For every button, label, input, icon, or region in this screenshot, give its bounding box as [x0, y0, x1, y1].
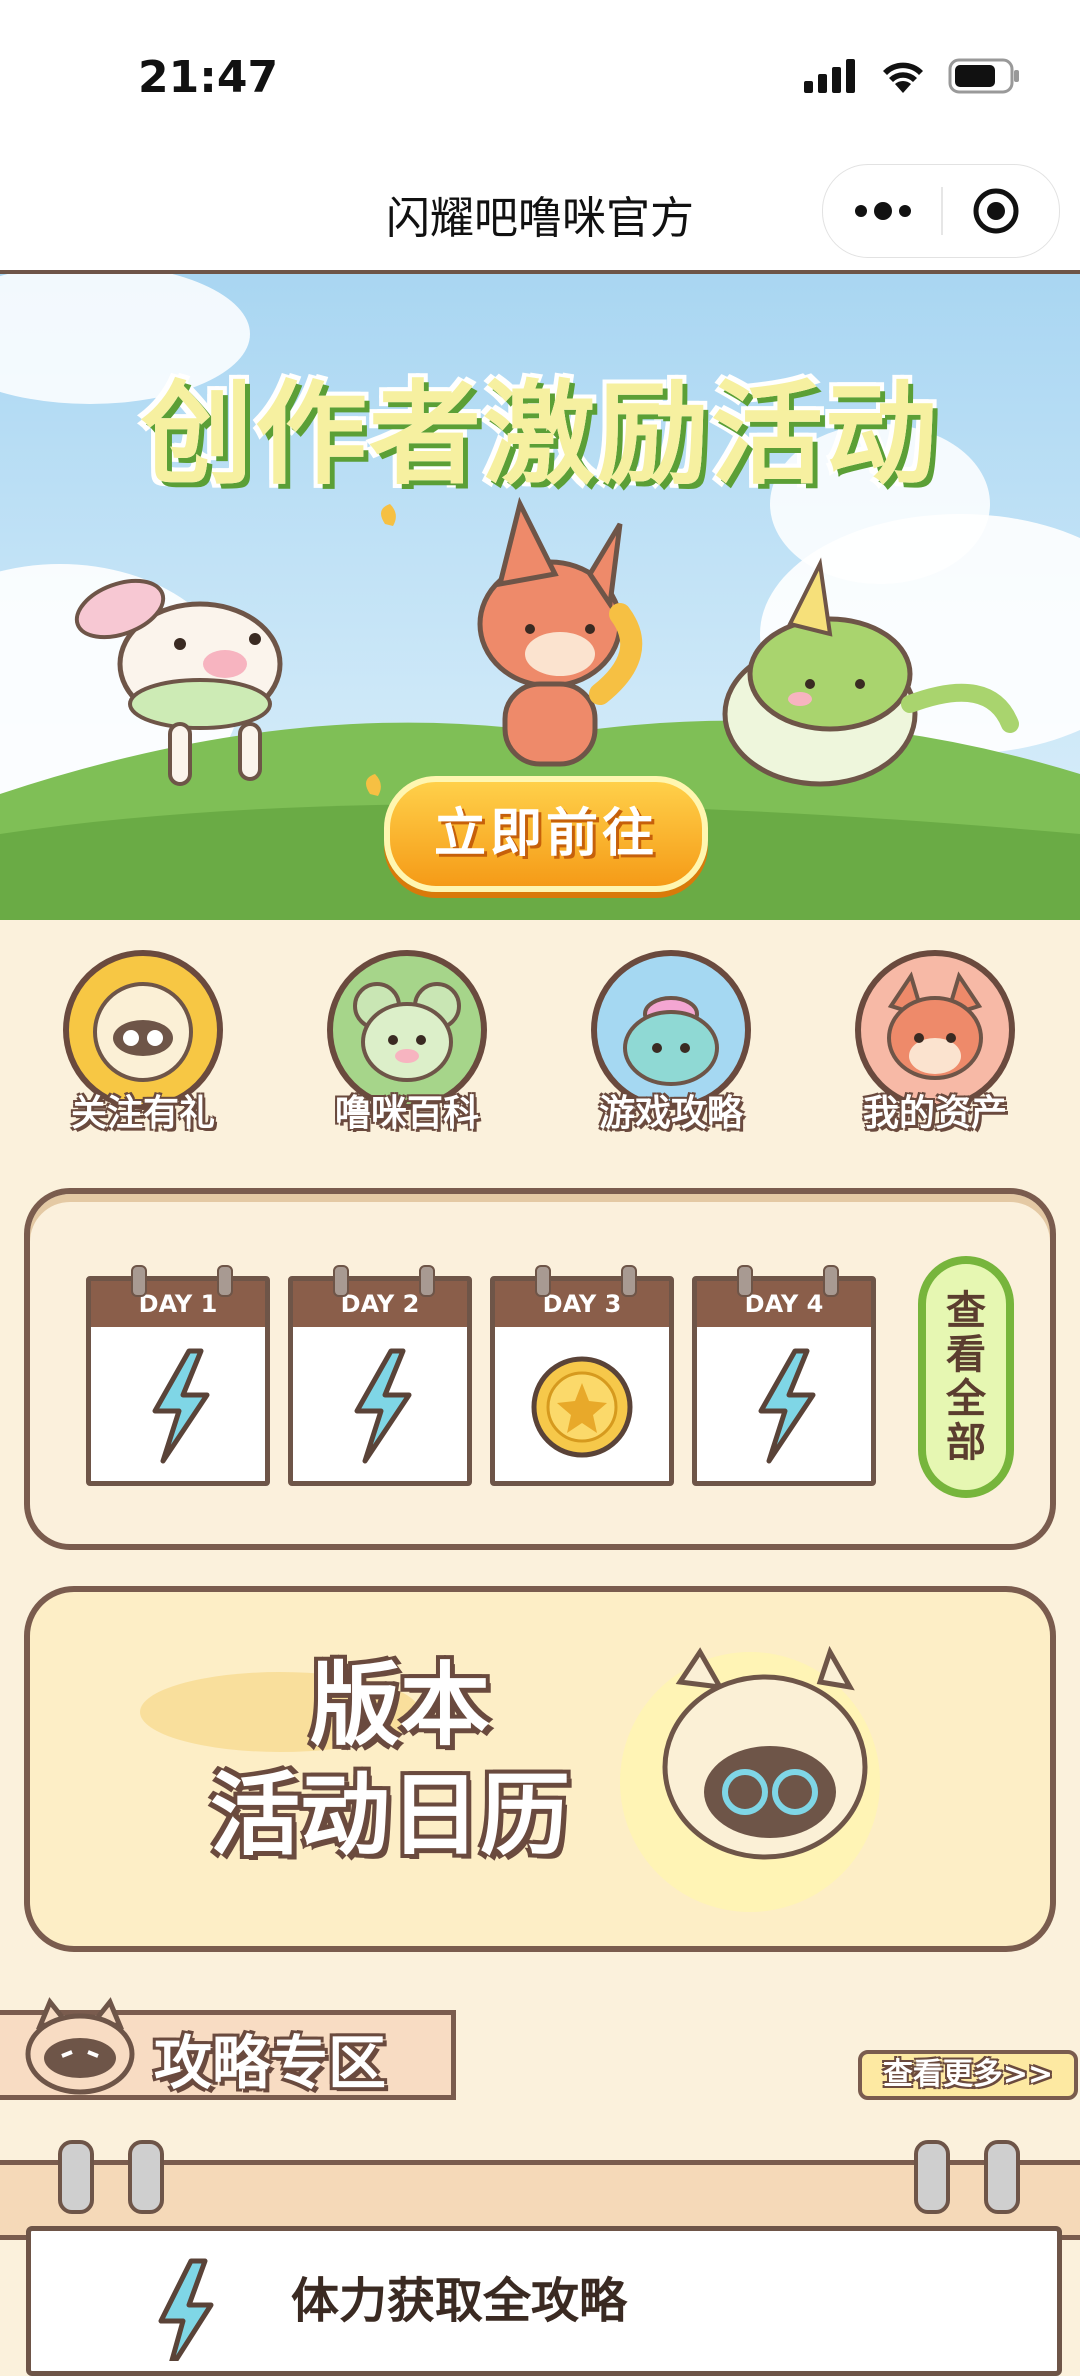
view-more-link[interactable]: 查看更多>>: [858, 2050, 1078, 2100]
raccoon-head-icon: [25, 1997, 135, 2095]
menu-item-my-assets[interactable]: 我的资产: [840, 950, 1030, 1136]
board-pin: [58, 2140, 94, 2214]
view-all-button[interactable]: 查看全部: [918, 1256, 1014, 1498]
card-ring: [217, 1265, 233, 1297]
version-calendar-card[interactable]: 版本 活动日历: [24, 1586, 1056, 1952]
status-time: 21:47: [138, 52, 279, 103]
daily-checkin-panel: DAY 1 DAY 2 DAY 3 DAY 4 查看全部: [24, 1188, 1056, 1550]
menu-label: 游戏攻略: [598, 1093, 743, 1134]
day-label: DAY 2: [293, 1281, 467, 1327]
menu-item-encyclopedia[interactable]: 噜咪百科: [312, 950, 502, 1136]
board-pin: [914, 2140, 950, 2214]
energy-crystal-icon: [758, 1348, 816, 1464]
day-label: DAY 3: [495, 1281, 669, 1327]
menu-label: 关注有礼: [70, 1093, 215, 1134]
go-now-button[interactable]: 立即前往: [384, 776, 708, 892]
board-pin: [128, 2140, 164, 2214]
checkin-day-card[interactable]: DAY 4: [692, 1265, 876, 1486]
miniprogram-capsule: [822, 164, 1060, 258]
energy-crystal-icon: [152, 1348, 210, 1464]
card-ring: [823, 1265, 839, 1297]
menu-label: 噜咪百科: [334, 1093, 479, 1134]
card-ring: [419, 1265, 435, 1297]
card-ring: [737, 1265, 753, 1297]
strategy-board: 体力获取全攻略: [0, 2140, 1080, 2376]
view-all-label: 查看全部: [946, 1288, 986, 1466]
board-pin: [984, 2140, 1020, 2214]
nav-bar: 闪耀吧噜咪官方: [0, 150, 1080, 274]
checkin-day-card[interactable]: DAY 3: [490, 1265, 674, 1486]
calendar-title-line2: 活动日历: [210, 1763, 570, 1868]
event-banner[interactable]: 创作者激励活动 立即前往: [0, 274, 1080, 920]
wifi-icon: [883, 62, 923, 93]
status-bar: 21:47: [0, 0, 1080, 150]
card-ring: [535, 1265, 551, 1297]
checkin-day-card[interactable]: DAY 2: [288, 1265, 472, 1486]
card-ring: [131, 1265, 147, 1297]
checkin-day-card[interactable]: DAY 1: [86, 1265, 270, 1486]
energy-crystal-icon: [354, 1348, 412, 1464]
more-icon[interactable]: [851, 191, 915, 231]
menu-label: 我的资产: [862, 1093, 1007, 1134]
quick-menu: 关注有礼 噜咪百科 游戏攻略 我的资产: [0, 950, 1080, 1150]
energy-crystal-icon: [158, 2258, 214, 2361]
menu-item-follow-gift[interactable]: 关注有礼: [48, 950, 238, 1136]
day-label: DAY 1: [91, 1281, 265, 1327]
strategy-section-header: 攻略专区 查看更多>>: [0, 1997, 1080, 2110]
menu-item-game-guide[interactable]: 游戏攻略: [576, 950, 766, 1136]
article-card[interactable]: 体力获取全攻略: [26, 2226, 1062, 2376]
day-label: DAY 4: [697, 1281, 871, 1327]
card-ring: [333, 1265, 349, 1297]
banner-title: 创作者激励活动: [141, 370, 939, 500]
close-miniprogram-icon[interactable]: [971, 186, 1021, 236]
capsule-divider: [941, 187, 943, 235]
calendar-mascot: [662, 1645, 868, 1860]
section-title: 攻略专区: [154, 2029, 387, 2097]
signal-icon: [804, 59, 855, 93]
status-icons: [804, 58, 1020, 94]
article-title: 体力获取全攻略: [291, 2273, 628, 2329]
battery-icon: [948, 58, 1019, 94]
coin-icon: [531, 1356, 633, 1458]
card-ring: [621, 1265, 637, 1297]
